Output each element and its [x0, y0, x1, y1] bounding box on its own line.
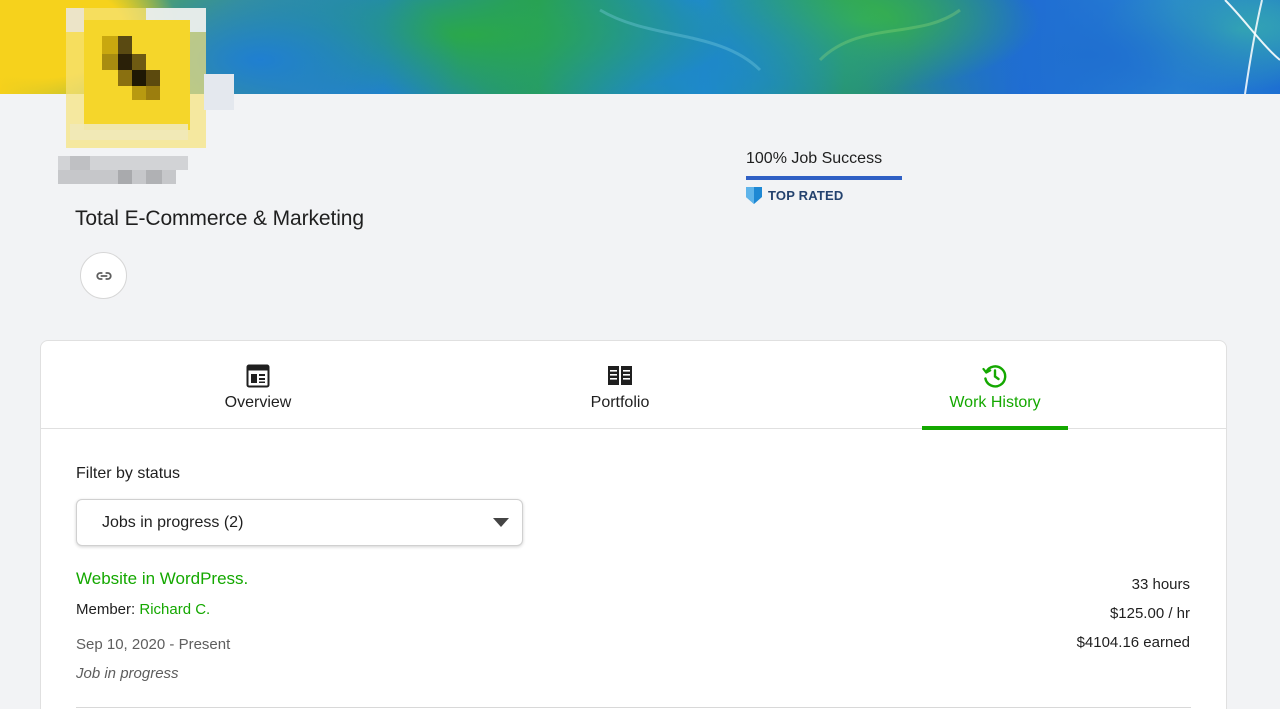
job-member-name-link[interactable]: Richard C.	[139, 601, 210, 618]
tab-portfolio-label: Portfolio	[590, 394, 650, 411]
job-status: Job in progress	[76, 665, 179, 682]
job-earned: $4104.16 earned	[1076, 634, 1190, 651]
tab-overview[interactable]: Overview	[191, 341, 325, 429]
job-divider	[76, 707, 1191, 708]
copy-link-button[interactable]	[80, 252, 127, 299]
job-stats: 33 hours $125.00 / hr $4104.16 earned	[1077, 570, 1190, 657]
company-avatar	[46, 0, 236, 190]
link-icon	[95, 271, 112, 280]
job-dates: Sep 10, 2020 - Present	[76, 636, 231, 653]
top-rated-label: TOP RATED	[768, 188, 844, 203]
top-rated-badge: TOP RATED	[746, 187, 906, 204]
job-member-prefix: Member:	[76, 601, 136, 618]
company-name: Total E-Commerce & Marketing	[75, 207, 364, 230]
tab-work-history-label: Work History	[949, 394, 1041, 411]
history-clock-icon	[982, 363, 1008, 389]
tab-portfolio[interactable]: Portfolio	[553, 341, 687, 429]
tab-work-history[interactable]: Work History	[922, 341, 1068, 430]
job-success-bar	[746, 176, 902, 180]
profile-card: Overview Portfolio Work History Filter b…	[40, 340, 1227, 709]
caret-down-icon	[493, 518, 509, 527]
top-rated-badge-icon	[746, 187, 762, 204]
status-filter-value: Jobs in progress (2)	[102, 513, 244, 531]
profile-page: Total E-Commerce & Marketing 100% Job Su…	[0, 0, 1280, 709]
overview-icon	[246, 363, 270, 389]
profile-tabs: Overview Portfolio Work History	[41, 341, 1226, 430]
job-member: Member: Richard C.	[76, 601, 210, 618]
job-success-block: 100% Job Success TOP RATED	[746, 150, 906, 204]
book-icon	[608, 363, 632, 389]
job-success-label: 100% Job Success	[746, 150, 883, 167]
filter-label: Filter by status	[76, 465, 181, 482]
job-hours: 33 hours	[1131, 576, 1190, 593]
job-rate: $125.00 / hr	[1109, 605, 1190, 622]
tab-overview-label: Overview	[224, 394, 292, 411]
job-title-link[interactable]: Website in WordPress.	[76, 569, 248, 589]
status-filter-select[interactable]: Jobs in progress (2)	[76, 499, 523, 546]
